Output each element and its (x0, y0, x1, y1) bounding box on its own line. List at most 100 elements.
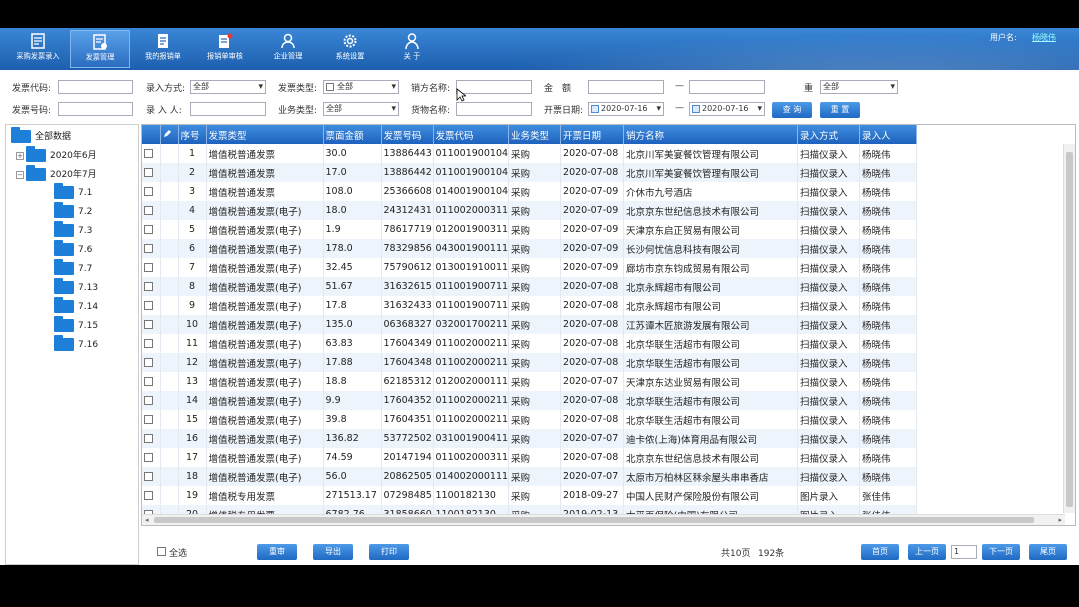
entry-mode-select[interactable]: 全部 (190, 80, 266, 94)
row-select-cell[interactable] (142, 258, 161, 277)
prev-page-button[interactable]: 上一页 (908, 544, 946, 560)
table-row[interactable]: 19 增值税专用发票 271513.17 07298485 1100182130 采购 20… (142, 486, 918, 505)
table-row[interactable]: 18 增值税普通发票(电子) 56.0 20862505 014002000111 采购 2… (142, 467, 918, 486)
row-checkbox[interactable] (144, 434, 153, 443)
date-to-picker[interactable]: 2020-07-16 (689, 102, 765, 116)
table-row[interactable]: 4 增值税普通发票(电子) 18.0 24312431 011002000311 采购 20… (142, 201, 918, 220)
toolbar-settings-button[interactable]: 系统设置 (320, 30, 380, 68)
tree-node-day[interactable]: 7.13 (54, 278, 98, 294)
row-select-cell[interactable] (142, 372, 161, 391)
row-checkbox[interactable] (144, 320, 153, 329)
invoice-type-select[interactable]: 全部 (323, 80, 399, 94)
table-row[interactable]: 10 增值税普通发票(电子) 135.0 06368327 032001700211 采购… (142, 315, 918, 334)
table-row[interactable]: 3 增值税普通发票 108.0 25366608 014001900104 采购 2020-… (142, 182, 918, 201)
amount-min-input[interactable] (588, 80, 664, 94)
scroll-thumb[interactable] (1066, 152, 1073, 507)
row-select-cell[interactable] (142, 296, 161, 315)
reset-button[interactable]: 重 置 (820, 102, 860, 118)
entry-person-input[interactable] (190, 102, 266, 116)
tree-node-day[interactable]: 7.6 (54, 240, 92, 256)
row-select-cell[interactable] (142, 144, 161, 163)
row-checkbox[interactable] (144, 396, 153, 405)
query-button[interactable]: 查 询 (772, 102, 812, 118)
column-header[interactable]: 发票类型 (206, 125, 324, 144)
toolbar-my-reimbursement-button[interactable]: 我的报销单 (133, 30, 193, 68)
table-row[interactable]: 15 增值税普通发票(电子) 39.8 17604351 011002000211 采购 2… (142, 410, 918, 429)
invoice-number-input[interactable] (58, 102, 133, 116)
table-row[interactable]: 7 增值税普通发票(电子) 32.45 75790612 013001910011 采购 2… (142, 258, 918, 277)
scroll-thumb[interactable] (154, 517, 1034, 523)
horizontal-scrollbar[interactable]: ◂ ▸ (142, 514, 1065, 525)
tree-node-day[interactable]: 7.16 (54, 335, 98, 351)
row-checkbox[interactable] (144, 225, 153, 234)
goods-name-input[interactable] (456, 102, 532, 116)
tree-root-all-data[interactable]: 全部数据 (11, 127, 71, 143)
row-select-cell[interactable] (142, 201, 161, 220)
business-type-select[interactable]: 全部 (323, 102, 399, 116)
toolbar-about-button[interactable]: 关 于 (382, 30, 442, 68)
column-header[interactable]: 序号 (178, 125, 207, 144)
amount-max-input[interactable] (689, 80, 765, 94)
column-header[interactable]: 销方名称 (623, 125, 799, 144)
row-checkbox[interactable] (144, 472, 153, 481)
tree-node-day[interactable]: 7.2 (54, 202, 92, 218)
toolbar-enterprise-button[interactable]: 企业管理 (258, 30, 318, 68)
row-checkbox[interactable] (144, 339, 153, 348)
seller-name-input[interactable] (456, 80, 532, 94)
row-checkbox[interactable] (144, 263, 153, 272)
toolbar-invoice-manage-button[interactable]: 发票管理 (70, 30, 130, 68)
user-name-link[interactable]: 杨晓伟 (1032, 32, 1056, 43)
table-row[interactable]: 14 增值税普通发票(电子) 9.9 17604352 011002000211 采购 20… (142, 391, 918, 410)
export-button[interactable]: 导出 (313, 544, 353, 560)
table-row[interactable]: 17 增值税普通发票(电子) 74.59 20147194 011002000311 采购… (142, 448, 918, 467)
row-select-cell[interactable] (142, 334, 161, 353)
tree-node-day[interactable]: 7.1 (54, 183, 92, 199)
tree-node-day[interactable]: 7.15 (54, 316, 98, 332)
page-number-input[interactable]: 1 (951, 545, 977, 559)
column-header[interactable]: 发票代码 (433, 125, 510, 144)
collapse-icon[interactable]: − (16, 170, 24, 179)
row-select-cell[interactable] (142, 448, 161, 467)
row-select-cell[interactable] (142, 182, 161, 201)
invoice-type-checkbox[interactable] (326, 82, 334, 91)
row-checkbox[interactable] (144, 491, 153, 500)
row-checkbox[interactable] (144, 187, 153, 196)
table-row[interactable]: 1 增值税普通发票 30.0 13886443 011001900104 采购 2020-0… (142, 144, 918, 163)
row-select-cell[interactable] (142, 467, 161, 486)
row-select-cell[interactable] (142, 239, 161, 258)
vertical-scrollbar[interactable] (1063, 144, 1075, 513)
tree-node-day[interactable]: 7.3 (54, 221, 92, 237)
table-row[interactable]: 16 增值税普通发票(电子) 136.82 53772502 031001900411 采… (142, 429, 918, 448)
tree-node-2020-06[interactable]: +2020年6月 (16, 146, 97, 162)
table-row[interactable]: 6 增值税普通发票(电子) 178.0 78329856 043001900111 采购 2… (142, 239, 918, 258)
table-row[interactable]: 9 增值税普通发票(电子) 17.8 31632433 011001900711 采购 20… (142, 296, 918, 315)
first-page-button[interactable]: 首页 (861, 544, 899, 560)
row-select-cell[interactable] (142, 220, 161, 239)
row-checkbox[interactable] (144, 453, 153, 462)
next-page-button[interactable]: 下一页 (982, 544, 1020, 560)
review-select[interactable]: 全部 (820, 80, 898, 94)
recheck-button[interactable]: 重审 (257, 544, 297, 560)
row-select-cell[interactable] (142, 410, 161, 429)
date-from-picker[interactable]: 2020-07-16 (588, 102, 664, 116)
select-all-checkbox[interactable] (157, 547, 166, 556)
row-checkbox[interactable] (144, 282, 153, 291)
table-row[interactable]: 5 增值税普通发票(电子) 1.9 78617719 012001900311 采购 202… (142, 220, 918, 239)
tree-node-day[interactable]: 7.7 (54, 259, 92, 275)
table-row[interactable]: 8 增值税普通发票(电子) 51.67 31632615 011001900711 采购 2… (142, 277, 918, 296)
row-checkbox[interactable] (144, 358, 153, 367)
row-select-cell[interactable] (142, 486, 161, 505)
last-page-button[interactable]: 尾页 (1029, 544, 1067, 560)
table-row[interactable]: 13 增值税普通发票(电子) 18.8 62185312 012002000111 采购 2… (142, 372, 918, 391)
row-select-cell[interactable] (142, 315, 161, 334)
invoice-code-input[interactable] (58, 80, 133, 94)
tree-node-day[interactable]: 7.14 (54, 297, 98, 313)
column-header[interactable]: 业务类型 (508, 125, 562, 144)
column-header[interactable]: 录入方式 (797, 125, 861, 144)
scroll-right-icon[interactable]: ▸ (1058, 516, 1062, 524)
toolbar-reimbursement-audit-button[interactable]: 报销单审核 (195, 30, 255, 68)
table-row[interactable]: 2 增值税普通发票 17.0 13886442 011001900104 采购 2020-0… (142, 163, 918, 182)
column-header[interactable]: 发票号码 (381, 125, 434, 144)
row-select-cell[interactable] (142, 163, 161, 182)
scroll-left-icon[interactable]: ◂ (145, 516, 149, 524)
